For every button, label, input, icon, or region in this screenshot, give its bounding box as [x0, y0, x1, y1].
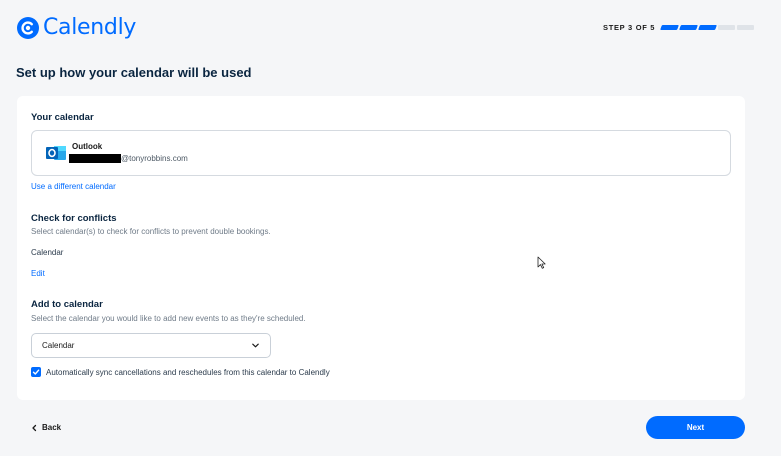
select-value: Calendar [42, 341, 75, 350]
connected-calendar-box: Outlook @tonyrobbins.com [31, 130, 731, 176]
chevron-left-icon [32, 424, 37, 431]
step-segment-incomplete [718, 25, 736, 30]
sync-checkbox-label: Automatically sync cancellations and res… [46, 367, 330, 377]
sync-checkbox[interactable] [31, 367, 41, 377]
step-segment-incomplete [737, 25, 755, 30]
settings-card: Your calendar Outlook @tonyrobbins.com U… [17, 96, 745, 400]
conflict-calendar-name: Calendar [31, 248, 64, 257]
back-label: Back [42, 423, 62, 432]
next-button[interactable]: Next [646, 416, 745, 439]
calendly-logo[interactable]: Calendly [16, 15, 136, 40]
your-calendar-heading: Your calendar [31, 112, 94, 123]
step-segment-complete [679, 25, 699, 30]
step-segment-complete [660, 25, 680, 30]
logo-text: Calendly [43, 15, 137, 40]
mouse-cursor-icon [537, 256, 546, 269]
add-to-calendar-select[interactable]: Calendar [31, 333, 271, 358]
calendly-logo-icon [17, 16, 39, 39]
outlook-icon [46, 146, 66, 160]
redacted-block [69, 154, 121, 163]
add-to-calendar-description: Select the calendar you would like to ad… [31, 314, 306, 323]
check-conflicts-heading: Check for conflicts [31, 213, 117, 224]
step-segment-complete [698, 25, 718, 30]
step-progress-bar [660, 25, 755, 30]
use-different-calendar-link[interactable]: Use a different calendar [31, 182, 116, 191]
step-label: STEP 3 OF 5 [603, 23, 656, 32]
check-conflicts-description: Select calendar(s) to check for conflict… [31, 227, 271, 236]
back-button[interactable]: Back [30, 423, 61, 432]
page-title: Set up how your calendar will be used [16, 65, 252, 80]
account-email: @tonyrobbins.com [121, 154, 188, 163]
add-to-calendar-heading: Add to calendar [31, 299, 103, 310]
top-bar: Calendly STEP 3 OF 5 [0, 0, 781, 58]
checkmark-icon [32, 369, 40, 375]
step-indicator: STEP 3 OF 5 [603, 23, 755, 32]
edit-conflicts-link[interactable]: Edit [31, 269, 45, 278]
account-email-row: @tonyrobbins.com [69, 154, 188, 163]
chevron-down-icon [252, 343, 259, 348]
calendar-provider-name: Outlook [72, 142, 103, 151]
sync-checkbox-row[interactable]: Automatically sync cancellations and res… [31, 367, 330, 377]
